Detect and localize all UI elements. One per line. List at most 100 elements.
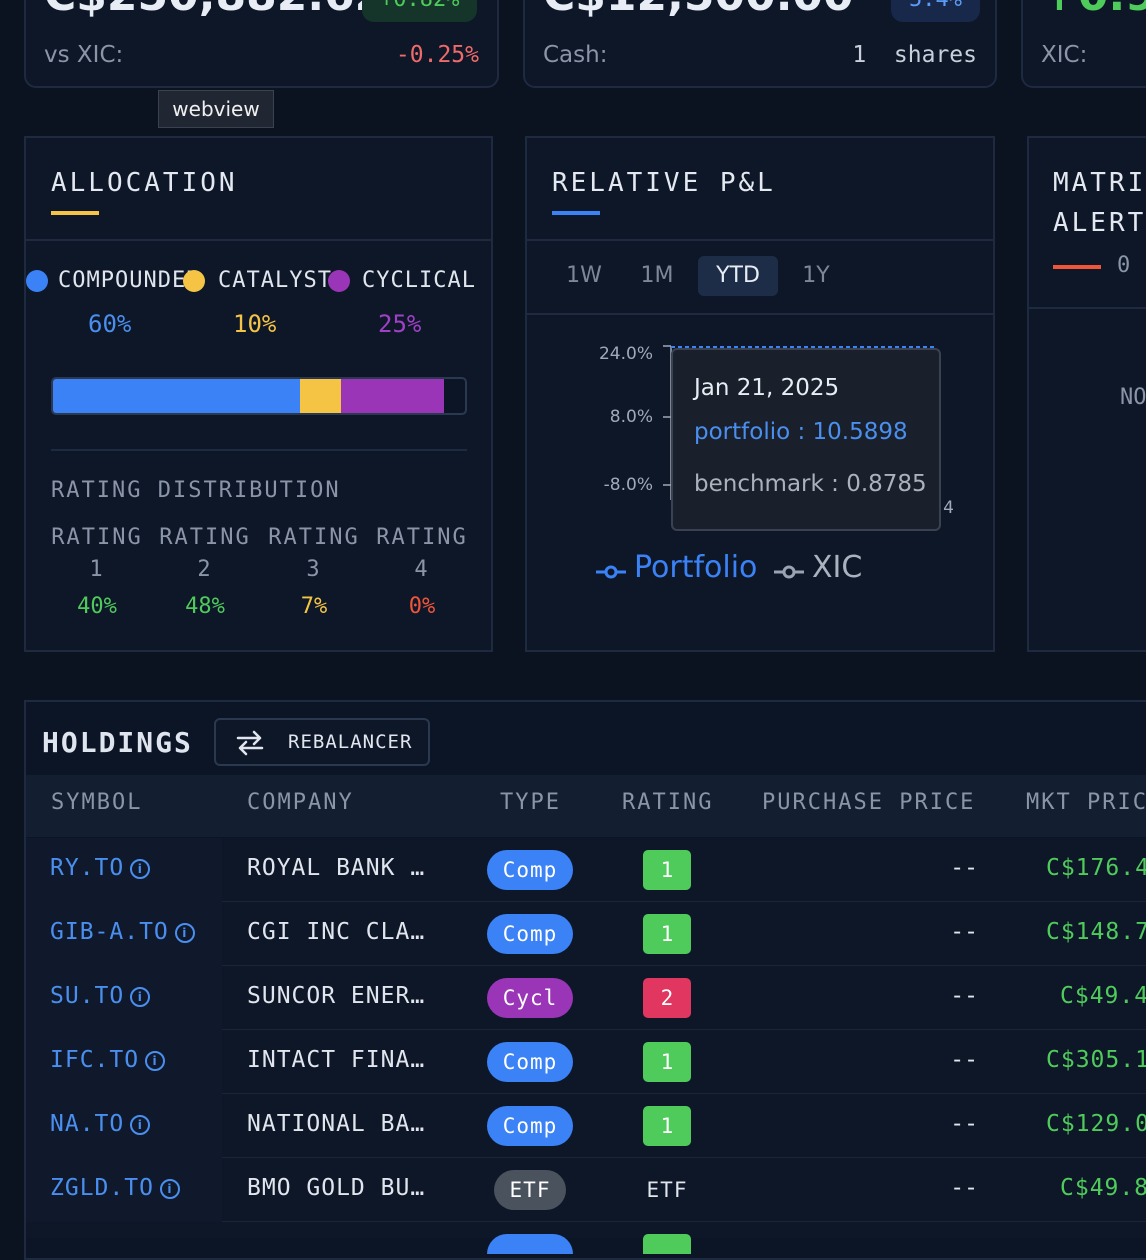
table-row[interactable]: IFC.TO i INTACT FINA… Comp 1 -- C$305.1 (26, 1030, 1146, 1094)
swap-arrows-icon (236, 730, 264, 756)
table-row[interactable]: ZGLD.TO i BMO GOLD BU… ETF ETF -- C$49.8 (26, 1158, 1146, 1222)
portfolio-change-badge: +0.82% (362, 0, 478, 22)
tooltip-date: Jan 21, 2025 (694, 375, 840, 401)
rating-2-label: RATING (159, 525, 251, 550)
y-tick-neg8: -8.0% (603, 475, 653, 495)
purchase-price: -- (950, 1111, 978, 1137)
symbol-link[interactable]: GIB-A.TO i (50, 919, 195, 945)
market-price: C$49.8 (1060, 1175, 1146, 1201)
symbol-text: SU.TO (50, 983, 125, 1009)
col-mkt-price[interactable]: MKT PRICE (1026, 790, 1146, 815)
catalyst-dot (183, 270, 205, 292)
allocation-title: ALLOCATION (51, 168, 238, 198)
rating-1-label: RATING (51, 525, 143, 550)
cash-shares: 1 shares (852, 42, 977, 68)
rebalancer-button[interactable]: REBALANCER (214, 718, 430, 766)
info-icon[interactable]: i (174, 923, 195, 943)
symbol-text: GIB-A.TO (50, 919, 169, 945)
symbol-link[interactable]: IFC.TO i (50, 1047, 166, 1073)
symbol-link[interactable]: NA.TO i (50, 1111, 151, 1137)
rating-4-num: 4 (414, 557, 430, 582)
rating-3-label: RATING (268, 525, 360, 550)
company-name: SUNCOR ENER… (247, 983, 426, 1009)
col-symbol[interactable]: SYMBOL (51, 790, 142, 815)
y-tick-8: 8.0% (609, 407, 653, 427)
range-1w-button[interactable]: 1W (559, 256, 609, 296)
relative-pl-divider-1 (527, 239, 993, 241)
chart-tooltip: Jan 21, 2025 portfolio : 10.5898 benchma… (671, 348, 941, 531)
range-1y-button[interactable]: 1Y (791, 256, 841, 296)
symbol-cell: RY.TO i (26, 838, 222, 902)
table-row[interactable]: RY.TO i ROYAL BANK … Comp 1 -- C$176.4 (26, 838, 1146, 902)
rating-badge-partial (643, 1234, 691, 1254)
symbol-cell: SU.TO i (26, 966, 222, 1030)
range-ytd-button[interactable]: YTD (698, 256, 778, 296)
market-price: C$305.1 (1046, 1047, 1146, 1073)
webview-tooltip: webview (158, 90, 274, 128)
matrix-title-line2: ALERTS (1053, 208, 1146, 238)
col-rating[interactable]: RATING (622, 790, 713, 815)
rating-1-pct: 40% (77, 594, 117, 619)
beta-xic-label: XIC: (1041, 42, 1088, 68)
cash-label: Cash: (543, 42, 608, 68)
allocation-divider (26, 239, 491, 241)
portfolio-value-card: C$250,882.62 +0.82% vs XIC: -0.25% (24, 0, 499, 88)
type-badge: ETF (494, 1170, 566, 1210)
cash-card: C$12,500.00 5.4% Cash: 1 shares (523, 0, 997, 88)
symbol-text: IFC.TO (50, 1047, 140, 1073)
symbol-link[interactable]: RY.TO i (50, 855, 151, 881)
rating-4-pct: 0% (408, 594, 436, 619)
info-icon[interactable]: i (145, 1051, 166, 1071)
table-row[interactable]: GIB-A.TO i CGI INC CLA… Comp 1 -- C$148.7 (26, 902, 1146, 966)
beta-value: +0.92 (1041, 0, 1146, 21)
compounder-pct: 60% (88, 310, 132, 338)
type-badge: Comp (487, 914, 573, 954)
holdings-title: HOLDINGS (42, 726, 193, 759)
symbol-text: NA.TO (50, 1111, 125, 1137)
cyclical-dot (328, 270, 350, 292)
rating-3-pct: 7% (300, 594, 328, 619)
col-purchase-price[interactable]: PURCHASE PRICE (762, 790, 975, 815)
company-name: BMO GOLD BU… (247, 1175, 426, 1201)
rating-badge: 2 (643, 978, 691, 1018)
matrix-alert-count: 0 (1117, 253, 1131, 278)
col-type[interactable]: TYPE (500, 790, 561, 815)
rating-2-column: RATING 2 48% (151, 522, 259, 619)
table-row[interactable]: NA.TO i NATIONAL BA… Comp 1 -- C$129.0 (26, 1094, 1146, 1158)
symbol-link[interactable]: ZGLD.TO i (50, 1175, 180, 1201)
info-icon[interactable]: i (130, 859, 151, 879)
company-name: CGI INC CLA… (247, 919, 426, 945)
tooltip-benchmark: benchmark : 0.8785 (694, 471, 927, 497)
info-icon[interactable]: i (130, 987, 151, 1007)
info-icon[interactable]: i (159, 1179, 180, 1199)
rating-2-pct: 48% (185, 594, 225, 619)
symbol-link[interactable]: SU.TO i (50, 983, 151, 1009)
vs-benchmark-label: vs XIC: (44, 42, 124, 68)
table-row[interactable]: SU.TO i SUNCOR ENER… Cycl 2 -- C$49.4 (26, 966, 1146, 1030)
col-company[interactable]: COMPANY (247, 790, 354, 815)
rating-badge: ETF (646, 1178, 688, 1202)
rating-3-column: RATING 3 7% (260, 522, 368, 619)
symbol-text: ZGLD.TO (50, 1175, 154, 1201)
catalyst-pct: 10% (233, 310, 277, 338)
market-price: C$49.4 (1060, 983, 1146, 1009)
cash-pct-badge: 5.4% (891, 0, 980, 22)
rating-badge: 1 (643, 1106, 691, 1146)
rating-4-label: RATING (376, 525, 468, 550)
rating-3-num: 3 (306, 557, 322, 582)
purchase-price: -- (950, 855, 978, 881)
rating-2-num: 2 (197, 557, 213, 582)
legend-xic-label[interactable]: XIC (812, 550, 862, 585)
cyclical-pct: 25% (378, 310, 422, 338)
purchase-price: -- (950, 1175, 978, 1201)
info-icon[interactable]: i (130, 1115, 151, 1135)
allocation-bar-catalyst (300, 379, 342, 413)
range-1m-button[interactable]: 1M (632, 256, 682, 296)
symbol-cell: ZGLD.TO i (26, 1158, 222, 1222)
symbol-cell: IFC.TO i (26, 1030, 222, 1094)
allocation-bar (51, 377, 467, 415)
rating-badge: 1 (643, 1042, 691, 1082)
matrix-alerts-panel: MATRIX ALERTS 0 NO (1027, 136, 1146, 652)
legend-portfolio-label[interactable]: Portfolio (634, 550, 757, 585)
symbol-cell: NA.TO i (26, 1094, 222, 1158)
